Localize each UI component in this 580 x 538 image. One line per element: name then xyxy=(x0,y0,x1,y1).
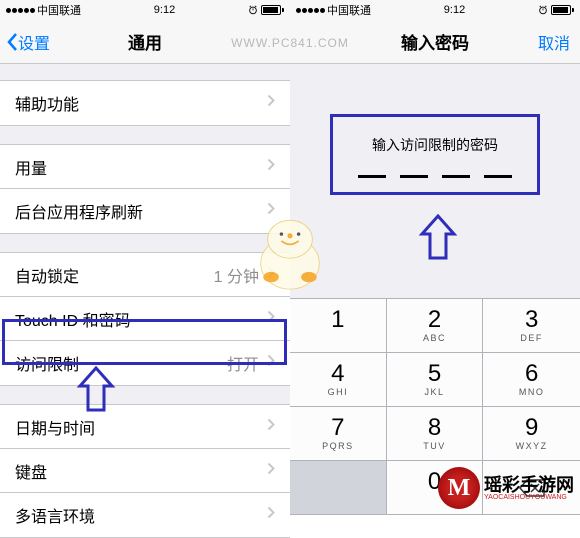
alarm-icon xyxy=(248,5,258,15)
key-letters: GHI xyxy=(328,387,349,397)
key-number: 2 xyxy=(428,308,441,332)
chevron-left-icon xyxy=(6,32,18,52)
keypad-key-2[interactable]: 2ABC xyxy=(387,299,484,353)
keypad-key-5[interactable]: 5JKL xyxy=(387,353,484,407)
chevron-right-icon xyxy=(267,462,275,480)
status-bar: 中国联通 9:12 xyxy=(290,0,580,20)
watermark-url: WWW.PC841.COM xyxy=(231,36,349,50)
chevron-right-icon xyxy=(267,158,275,176)
nav-title: 通用 xyxy=(128,29,162,54)
status-time: 9:12 xyxy=(444,4,465,16)
cancel-button[interactable]: 取消 xyxy=(538,30,570,54)
signal-dots-icon xyxy=(6,8,35,13)
arrow-up-icon xyxy=(418,214,458,267)
battery-icon xyxy=(261,5,284,15)
keypad-key-4[interactable]: 4GHI xyxy=(290,353,387,407)
key-number: 9 xyxy=(525,416,538,440)
back-label: 设置 xyxy=(18,30,50,54)
key-number: 3 xyxy=(525,308,538,332)
chevron-right-icon xyxy=(267,310,275,328)
key-letters: ABC xyxy=(423,333,446,343)
row-label: 后台应用程序刷新 xyxy=(15,199,143,223)
settings-list: 辅助功能用量后台应用程序刷新自动锁定1 分钟Touch ID 和密码访问限制打开… xyxy=(0,80,290,538)
settings-row[interactable]: 多语言环境 xyxy=(0,493,290,537)
settings-row[interactable]: 用量 xyxy=(0,145,290,189)
passcode-dashes xyxy=(343,175,527,178)
settings-row[interactable]: 键盘 xyxy=(0,449,290,493)
row-label: 自动锁定 xyxy=(15,263,79,287)
keypad-key-8[interactable]: 8TUV xyxy=(387,407,484,461)
logo-mark-icon: M xyxy=(438,467,480,509)
key-number: 7 xyxy=(331,416,344,440)
settings-row[interactable]: 日期与时间 xyxy=(0,405,290,449)
key-letters: PQRS xyxy=(322,441,354,451)
carrier-label: 中国联通 xyxy=(37,2,81,18)
alarm-icon xyxy=(538,5,548,15)
key-number: 6 xyxy=(525,362,538,386)
key-letters: MNO xyxy=(519,387,545,397)
logo-text-cn: 瑶彩手游网 xyxy=(484,476,574,494)
settings-row[interactable]: 访问限制 打开 xyxy=(0,341,290,385)
site-logo: M 瑶彩手游网 YAOCAISHOUYOUWANG xyxy=(438,467,574,509)
passcode-label: 输入访问限制的密码 xyxy=(343,135,527,155)
key-letters: JKL xyxy=(424,387,444,397)
key-letters: WXYZ xyxy=(516,441,548,451)
row-label: 辅助功能 xyxy=(15,91,79,115)
settings-row[interactable]: Touch ID 和密码 xyxy=(0,297,290,341)
chevron-right-icon xyxy=(267,418,275,436)
key-letters: TUV xyxy=(423,441,446,451)
row-label: 日期与时间 xyxy=(15,415,95,439)
key-number: 4 xyxy=(331,362,344,386)
key-letters xyxy=(336,333,340,343)
status-bar: 中国联通 9:12 xyxy=(0,0,290,20)
keypad-blank xyxy=(290,461,387,515)
keypad-key-1[interactable]: 1 xyxy=(290,299,387,353)
key-letters xyxy=(432,495,436,505)
settings-row[interactable]: 辅助功能 xyxy=(0,81,290,125)
keypad-key-9[interactable]: 9WXYZ xyxy=(483,407,580,461)
passcode-dash xyxy=(442,175,470,178)
keypad-key-7[interactable]: 7PQRS xyxy=(290,407,387,461)
chevron-right-icon xyxy=(267,94,275,112)
keypad-key-3[interactable]: 3DEF xyxy=(483,299,580,353)
row-label: 访问限制 xyxy=(15,351,79,375)
row-label: 多语言环境 xyxy=(15,503,95,527)
nav-title: 输入密码 xyxy=(401,29,469,54)
row-label: 键盘 xyxy=(15,459,47,483)
key-number: 1 xyxy=(331,308,344,332)
row-label: Touch ID 和密码 xyxy=(15,307,131,331)
passcode-box: 输入访问限制的密码 xyxy=(330,114,540,195)
passcode-dash xyxy=(484,175,512,178)
battery-icon xyxy=(551,5,574,15)
signal-dots-icon xyxy=(296,8,325,13)
passcode-dash xyxy=(400,175,428,178)
back-button[interactable]: 设置 xyxy=(6,30,50,54)
carrier-label: 中国联通 xyxy=(327,2,371,18)
right-phone-pane: 中国联通 9:12 输入密码 取消 输入访问限制的密码 1 2ABC3DEF4G… xyxy=(290,0,580,515)
mascot-watermark-icon xyxy=(247,210,333,301)
chevron-right-icon xyxy=(267,506,275,524)
keypad-key-6[interactable]: 6MNO xyxy=(483,353,580,407)
passcode-area: 输入访问限制的密码 xyxy=(290,64,580,195)
key-number: 8 xyxy=(428,416,441,440)
status-time: 9:12 xyxy=(154,4,175,16)
key-number: 5 xyxy=(428,362,441,386)
chevron-right-icon xyxy=(267,354,275,372)
logo-text-py: YAOCAISHOUYOUWANG xyxy=(484,494,574,501)
row-detail: 打开 xyxy=(227,351,259,375)
key-letters: DEF xyxy=(520,333,543,343)
passcode-dash xyxy=(358,175,386,178)
row-label: 用量 xyxy=(15,155,47,179)
